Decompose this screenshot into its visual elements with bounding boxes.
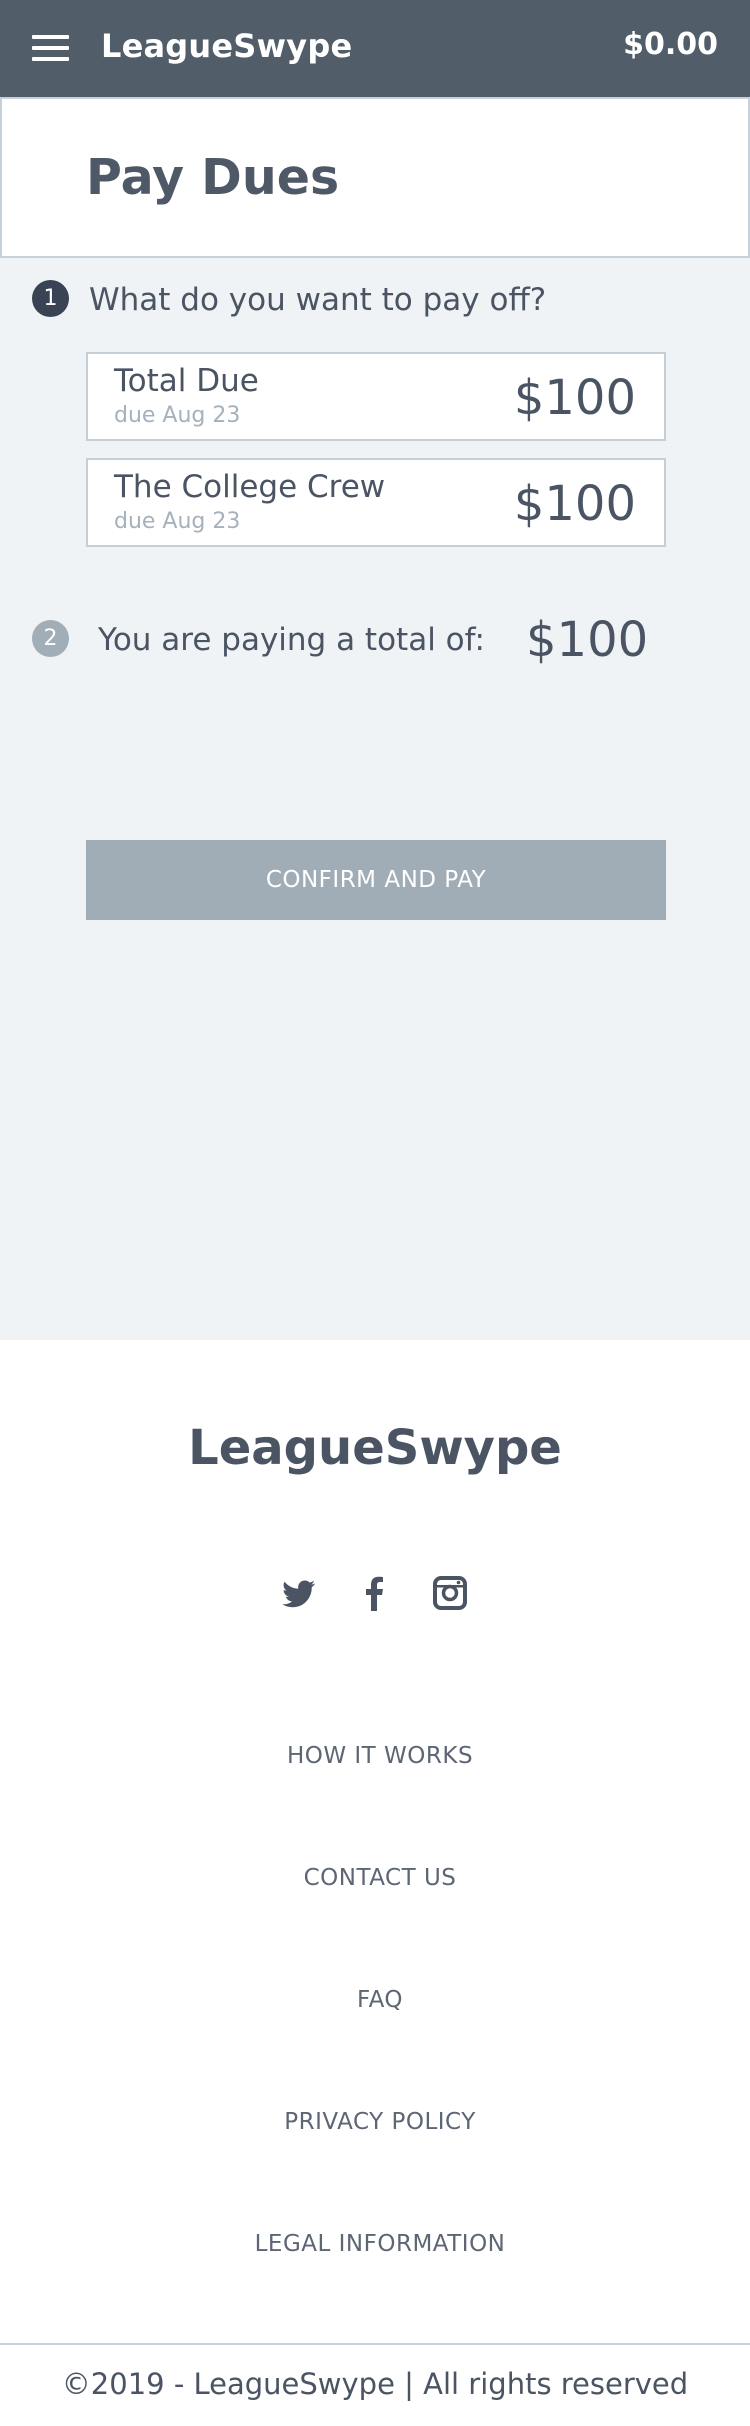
- due-option-amount: $100: [513, 476, 636, 532]
- due-option-date: due Aug 23: [114, 509, 241, 534]
- step-1-badge: 1: [32, 280, 69, 317]
- top-nav-bar: LeagueSwype $0.00: [0, 0, 750, 97]
- app-brand[interactable]: LeagueSwype: [101, 27, 352, 65]
- due-option-name: Total Due: [114, 363, 259, 399]
- payment-total-amount: $100: [526, 612, 649, 668]
- instagram-icon[interactable]: [430, 1573, 470, 1613]
- footer-divider: [0, 2343, 750, 2345]
- footer-brand[interactable]: LeagueSwype: [0, 1420, 750, 1476]
- page-title-bar: Pay Dues: [0, 97, 750, 258]
- payment-total-label: You are paying a total of:: [98, 622, 485, 658]
- confirm-and-pay-button[interactable]: CONFIRM AND PAY: [86, 840, 666, 920]
- pay-dues-content: 1 What do you want to pay off? Total Due…: [0, 258, 750, 1340]
- due-option-total[interactable]: Total Due due Aug 23 $100: [86, 352, 666, 441]
- step-2-badge: 2: [32, 620, 69, 657]
- footer-link-legal-information[interactable]: LEGAL INFORMATION: [0, 2231, 750, 2257]
- page-title: Pay Dues: [86, 149, 340, 206]
- footer-link-contact-us[interactable]: CONTACT US: [0, 1865, 750, 1891]
- due-option-amount: $100: [513, 370, 636, 426]
- facebook-icon[interactable]: [354, 1573, 394, 1613]
- twitter-icon[interactable]: [278, 1573, 318, 1613]
- footer-link-privacy-policy[interactable]: PRIVACY POLICY: [0, 2109, 750, 2135]
- copyright-text: ©2019 - LeagueSwype | All rights reserve…: [61, 2367, 689, 2401]
- footer-link-faq[interactable]: FAQ: [0, 1987, 750, 2013]
- step-1-question: What do you want to pay off?: [89, 282, 547, 318]
- site-footer: LeagueSwype HOW IT WORKS CONTACT US FAQ …: [0, 1340, 750, 2426]
- due-option-team[interactable]: The College Crew due Aug 23 $100: [86, 458, 666, 547]
- due-option-name: The College Crew: [114, 469, 386, 505]
- hamburger-menu-icon[interactable]: [32, 33, 69, 63]
- footer-link-how-it-works[interactable]: HOW IT WORKS: [0, 1743, 750, 1769]
- due-option-date: due Aug 23: [114, 403, 241, 428]
- account-balance[interactable]: $0.00: [623, 27, 718, 62]
